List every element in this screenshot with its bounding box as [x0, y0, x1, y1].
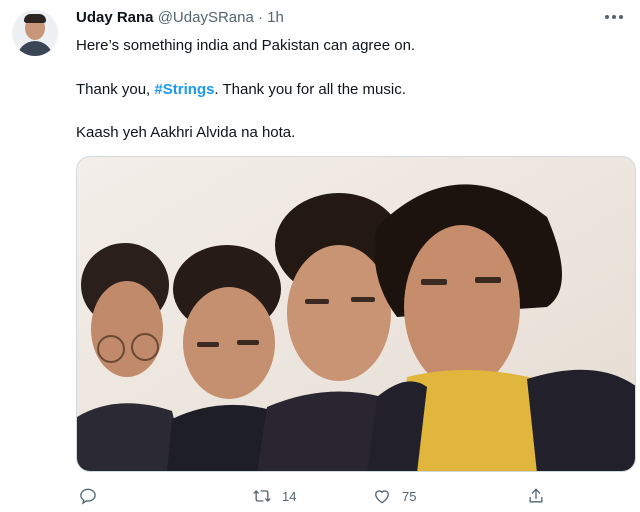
text-segment: Thank you, [76, 81, 155, 98]
text-segment: . Thank you for all the music. [214, 81, 406, 98]
retweet-button[interactable]: 14 [252, 484, 296, 508]
tweet-photo[interactable] [76, 156, 636, 472]
retweet-icon [253, 490, 271, 502]
tweet: Uday Rana @UdaySRana · 1h Here’s somethi… [0, 0, 640, 512]
reply-icon [80, 488, 96, 505]
like-count: 75 [402, 488, 417, 504]
user-name[interactable]: Uday Rana [76, 9, 154, 26]
user-handle[interactable]: @UdaySRana [158, 9, 254, 26]
tweet-actions: 14 75 [76, 484, 616, 508]
tweet-text-line-1: Here’s something india and Pakistan can … [76, 37, 416, 54]
like-button[interactable]: 75 [372, 484, 416, 508]
hashtag-link[interactable]: #Strings [154, 81, 214, 98]
tweet-header: Uday Rana @UdaySRana · 1h [76, 9, 284, 29]
tweet-text-line-2: Thank you, #Strings. Thank you for all t… [76, 81, 406, 98]
retweet-count: 14 [282, 488, 297, 504]
dot [605, 15, 609, 19]
tweet-time[interactable]: 1h [267, 9, 284, 26]
dot [619, 15, 623, 19]
header-separator: · [257, 9, 263, 26]
avatar-body-shape [17, 41, 53, 56]
tweet-text-line-3: Kaash yeh Aakhri Alvida na hota. [76, 124, 296, 141]
avatar[interactable] [12, 10, 58, 56]
band-photo [77, 157, 635, 471]
avatar-hair-shape [24, 14, 46, 23]
heart-icon [375, 490, 389, 504]
reply-button[interactable] [78, 484, 98, 508]
more-options-icon[interactable] [600, 10, 628, 24]
dot [612, 15, 616, 19]
share-button[interactable] [526, 484, 546, 508]
share-icon [529, 488, 543, 503]
